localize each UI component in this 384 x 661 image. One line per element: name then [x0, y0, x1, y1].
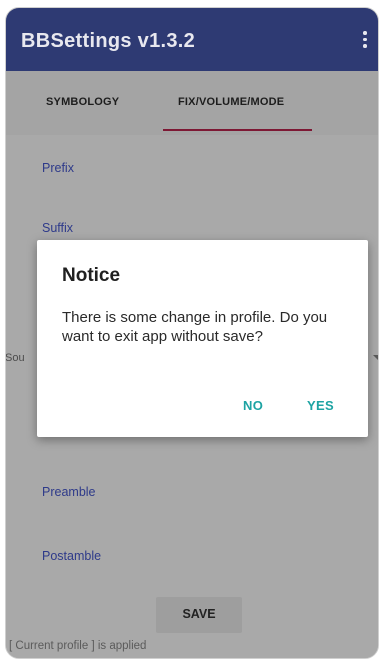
- device-screen: BBSettings v1.3.2 SYMBOLOGY FIX/VOLUME/M…: [5, 7, 379, 659]
- tab-symbology[interactable]: SYMBOLOGY: [46, 96, 119, 108]
- dialog-message: There is some change in profile. Do you …: [62, 309, 328, 345]
- app-bar: BBSettings v1.3.2: [6, 8, 378, 71]
- dropdown-arrow-icon[interactable]: [373, 355, 378, 360]
- preamble-field[interactable]: Preamble: [42, 485, 96, 499]
- postamble-field[interactable]: Postamble: [42, 549, 101, 563]
- dialog-no-button[interactable]: NO: [243, 398, 263, 413]
- dialog-yes-button[interactable]: YES: [307, 398, 334, 413]
- tab-active-indicator: [163, 129, 312, 131]
- save-button[interactable]: SAVE: [156, 597, 242, 633]
- notice-dialog: Notice There is some change in profile. …: [37, 240, 368, 437]
- profile-status: [ Current profile ] is applied: [9, 640, 147, 652]
- suffix-field[interactable]: Suffix: [42, 221, 73, 235]
- tab-bar: SYMBOLOGY FIX/VOLUME/MODE: [6, 71, 378, 135]
- tab-fix-volume-mode[interactable]: FIX/VOLUME/MODE: [178, 96, 284, 108]
- save-button-label: SAVE: [182, 607, 216, 621]
- app-title: BBSettings v1.3.2: [21, 30, 196, 52]
- dialog-title: Notice: [62, 265, 121, 286]
- prefix-field[interactable]: Prefix: [42, 161, 74, 175]
- more-vertical-icon[interactable]: [360, 28, 370, 54]
- partial-label: Sou: [5, 352, 25, 364]
